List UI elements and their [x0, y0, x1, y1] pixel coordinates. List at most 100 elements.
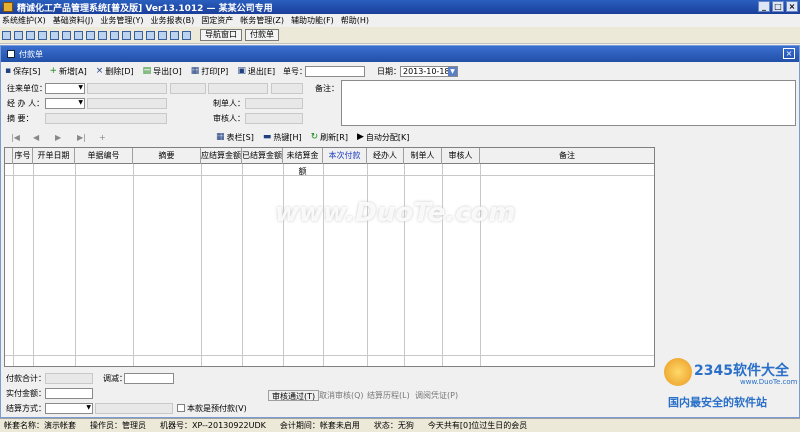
auto-allocate-button[interactable]: ▶ 自动分配[K] [357, 132, 409, 143]
grid-vline [133, 164, 134, 366]
payment-grid[interactable]: 序号 开单日期 单据编号 摘要 应结算金额 已结算金额 未结算金额 本次付款 经… [4, 147, 655, 367]
minimize-button[interactable]: _ [758, 1, 770, 12]
table-icon: ▦ [216, 132, 225, 142]
partner-name-field [87, 83, 167, 94]
col-header-remark[interactable]: 备注 [480, 148, 654, 164]
export-label: 导出[O] [153, 66, 182, 76]
payment-doc-tab[interactable]: 付款单 [245, 29, 279, 41]
columns-button[interactable]: ▦ 表栏[S] [216, 132, 254, 143]
hotkey-button[interactable]: ▬ 热键[H] [263, 132, 302, 143]
last-record-icon[interactable]: ▶| [77, 133, 89, 142]
nav-window-button[interactable]: 导航窗口 [200, 29, 242, 41]
quick-icon-10[interactable] [110, 30, 119, 40]
col-header-this-payment[interactable]: 本次付款 [323, 148, 367, 164]
cancel-audit-button[interactable]: 取消审核(Q) [319, 390, 364, 401]
date-label: 日期： [377, 67, 401, 76]
col-header-due[interactable]: 应结算金额 [201, 148, 242, 164]
quick-icon-4[interactable] [38, 30, 47, 40]
col-header-summary[interactable]: 摘要 [133, 148, 201, 164]
menu-reports[interactable]: 业务报表(B) [150, 15, 194, 26]
window-title: 精诚化工产品管理系统[普及版] Ver13.1012 — 某某公司专用 [17, 3, 273, 14]
print-button[interactable]: ▦ 打印[P] [191, 66, 229, 77]
document-icon [7, 50, 15, 58]
grid-vline [75, 164, 76, 366]
col-header-seq[interactable]: 序号 [13, 148, 33, 164]
add-label: 新增[A] [58, 66, 87, 76]
grid-header: 序号 开单日期 单据编号 摘要 应结算金额 已结算金额 未结算金额 本次付款 经… [5, 148, 654, 176]
calendar-dropdown-icon[interactable]: ▼ [448, 67, 457, 76]
menu-fixed-assets[interactable]: 固定资产 [201, 15, 233, 26]
first-record-icon[interactable]: |◀ [11, 133, 23, 142]
remark-textarea[interactable] [341, 80, 796, 126]
quick-icon-12[interactable] [134, 30, 143, 40]
refresh-button[interactable]: ↻ 刷新[R] [311, 132, 348, 143]
audit-pass-button[interactable]: 审核通过(T) [268, 390, 320, 401]
adjust-voucher-button[interactable]: 调阅凭证(P) [415, 390, 458, 401]
quick-icon-14[interactable] [158, 30, 167, 40]
actual-input[interactable] [45, 388, 93, 399]
grid-row-line [5, 175, 654, 176]
prev-record-icon[interactable]: ◀ [33, 133, 45, 142]
date-value: 2013-10-18 [403, 67, 450, 76]
menu-business[interactable]: 业务管理(Y) [100, 15, 143, 26]
handler-name-field [87, 98, 167, 109]
quick-icon-6[interactable] [62, 30, 71, 40]
quick-icon-13[interactable] [146, 30, 155, 40]
document-close-button[interactable]: × [783, 48, 795, 59]
partner-select[interactable]: ▼ [45, 83, 85, 94]
col-header-handler[interactable]: 经办人 [367, 148, 404, 164]
exit-button[interactable]: ▣ 退出[E] [237, 66, 275, 77]
quick-icon-2[interactable] [14, 30, 23, 40]
quick-icon-7[interactable] [74, 30, 83, 40]
print-label: 打印[P] [201, 66, 229, 76]
menu-basic-data[interactable]: 基础资料(J) [53, 15, 94, 26]
menu-accounts[interactable]: 帐务管理(Z) [240, 15, 284, 26]
add-button[interactable]: + 新增[A] [49, 66, 86, 77]
adjust-input[interactable] [124, 373, 174, 384]
col-header-unsettled[interactable]: 未结算金额 [283, 148, 323, 176]
col-header-maker[interactable]: 制单人 [404, 148, 442, 164]
close-button[interactable]: × [786, 1, 798, 12]
quick-icon-5[interactable] [50, 30, 59, 40]
col-header-settled[interactable]: 已结算金额 [242, 148, 283, 164]
date-picker[interactable]: 2013-10-18 ▼ [400, 66, 458, 77]
quick-icon-1[interactable] [2, 30, 11, 40]
brand-tagline: 国内最安全的软件站 [668, 396, 767, 409]
delete-button[interactable]: × 删除[D] [96, 66, 134, 77]
quick-icon-16[interactable] [182, 30, 191, 40]
total-field [45, 373, 93, 384]
x-icon: × [95, 66, 104, 76]
printer-icon: ▦ [190, 66, 200, 76]
grid-vline [13, 164, 14, 366]
quick-icon-3[interactable] [26, 30, 35, 40]
summary-field[interactable] [45, 113, 167, 124]
menu-system[interactable]: 系统维护(X) [2, 15, 46, 26]
export-button[interactable]: ▤ 导出[O] [143, 66, 182, 77]
prepay-checkbox[interactable] [177, 404, 185, 412]
handler-select[interactable]: ▼ [45, 98, 85, 109]
quick-icon-8[interactable] [86, 30, 95, 40]
menu-tools[interactable]: 辅助功能(F) [291, 15, 334, 26]
next-record-icon[interactable]: ▶ [55, 133, 67, 142]
quick-icon-11[interactable] [122, 30, 131, 40]
menu-help[interactable]: 帮助(H) [341, 15, 369, 26]
maximize-button[interactable]: □ [772, 1, 784, 12]
quick-icon-15[interactable] [170, 30, 179, 40]
grid-vline [323, 164, 324, 366]
total-label: 付款合计： [6, 374, 46, 383]
grid-vline [201, 164, 202, 366]
doc-no-input[interactable] [305, 66, 365, 77]
quick-toolbar: 导航窗口 付款单 [0, 27, 800, 44]
quick-icon-9[interactable] [98, 30, 107, 40]
col-header-doc-no[interactable]: 单据编号 [75, 148, 133, 164]
grid-vline [480, 164, 481, 366]
add-record-icon[interactable]: + [99, 133, 111, 142]
method-select[interactable]: ▼ [45, 403, 93, 414]
plus-icon: + [49, 66, 57, 76]
row-indicator-header [5, 148, 13, 164]
keyboard-icon: ▬ [262, 132, 272, 142]
settle-history-button[interactable]: 结算历程(L) [367, 390, 410, 401]
col-header-auditor[interactable]: 审核人 [442, 148, 480, 164]
col-header-date[interactable]: 开单日期 [33, 148, 75, 164]
save-button[interactable]: ▪ 保存[S] [5, 66, 40, 77]
